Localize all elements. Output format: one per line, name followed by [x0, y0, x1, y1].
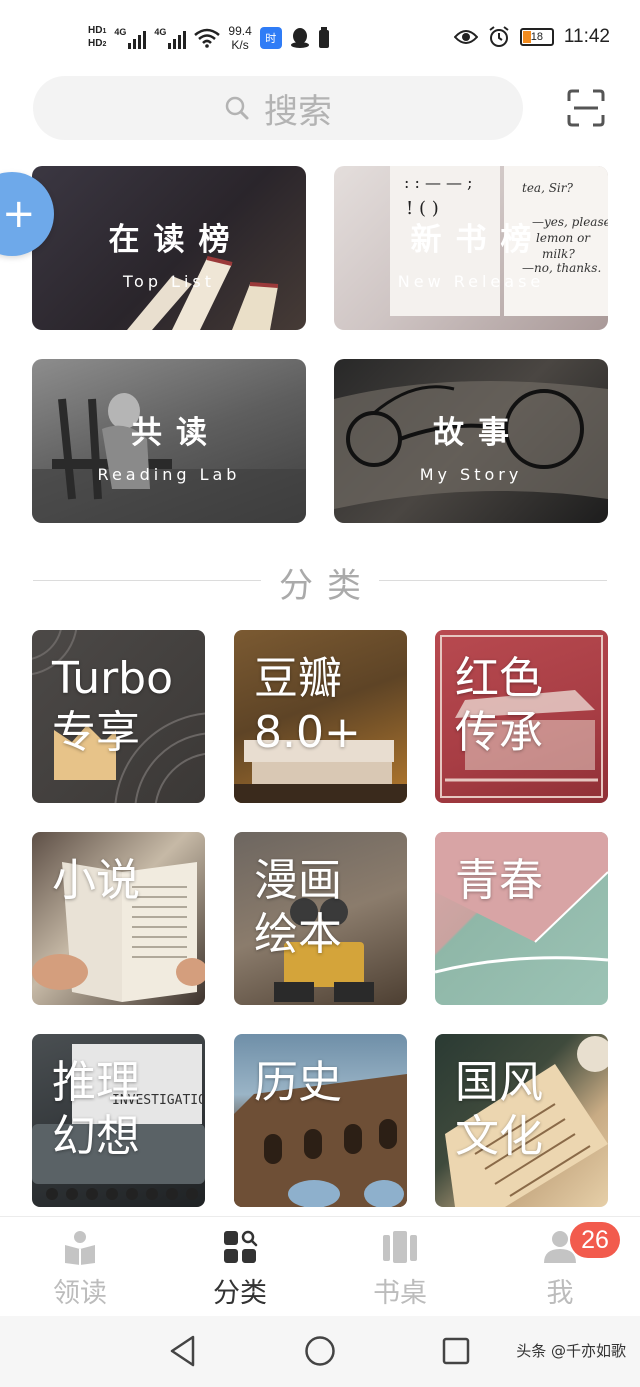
signal-icon-2: 4G: [154, 27, 187, 49]
plus-icon: +: [2, 191, 36, 237]
home-icon[interactable]: [304, 1335, 336, 1367]
reading-lab-card[interactable]: 共读 Reading Lab: [32, 359, 306, 523]
network-speed: 99.4 K/s: [228, 24, 252, 52]
search-bar[interactable]: 搜索: [33, 76, 523, 140]
category-name: 历史: [254, 1057, 342, 1108]
card-subtitle: New Release: [397, 272, 545, 291]
eye-icon: [453, 30, 478, 44]
tab-label: 书桌: [373, 1278, 427, 1309]
back-icon[interactable]: [168, 1334, 196, 1368]
category-name: 小说: [52, 855, 140, 906]
divider: [379, 580, 607, 581]
category-name: 推理 幻想: [52, 1057, 140, 1162]
category-comics[interactable]: 漫画 绘本: [234, 832, 407, 1005]
category-section-header: 分类: [33, 556, 607, 606]
category-history[interactable]: 历史: [234, 1034, 407, 1207]
card-subtitle: Reading Lab: [97, 465, 241, 484]
my-story-card[interactable]: 故事 My Story: [334, 359, 608, 523]
tab-label: 领读: [53, 1278, 107, 1309]
category-name: 豆瓣 8.0+: [254, 653, 361, 758]
search-icon: [225, 96, 249, 120]
reader-icon: [65, 1231, 95, 1265]
status-bar: HD1 HD2 4G 4G 99.4 K/s 时 18 11:42: [0, 0, 640, 72]
bookshelf-icon: [383, 1231, 417, 1263]
category-name: 青春: [455, 855, 543, 906]
card-title: 共读: [131, 415, 221, 451]
tab-bookshelf[interactable]: 书桌: [320, 1217, 480, 1317]
tab-label: 分类: [213, 1278, 267, 1309]
category-name: 漫画 绘本: [254, 855, 342, 960]
bottom-tab-bar: 领读 分类 书桌 我: [0, 1216, 640, 1316]
alarm-icon: [489, 26, 509, 47]
card-subtitle: Top List: [122, 272, 216, 291]
battery-saver-icon: [318, 27, 329, 48]
svg-text:: : — — ;: : : — — ;: [404, 173, 473, 192]
hd-indicator: HD1 HD2: [88, 25, 107, 49]
new-release-card[interactable]: : : — — ; ! ( ) tea, Sir? —yes, please! …: [334, 166, 608, 330]
top-list-card[interactable]: 在读榜 Top List: [32, 166, 306, 330]
tab-category[interactable]: 分类: [160, 1217, 320, 1317]
signal-icon: 4G: [114, 27, 147, 49]
category-douban[interactable]: 豆瓣 8.0+: [234, 630, 407, 803]
scan-icon[interactable]: [566, 88, 606, 128]
tab-lead-reading[interactable]: 领读: [0, 1217, 160, 1317]
category-turbo[interactable]: Turbo 专享: [32, 630, 205, 803]
category-novel[interactable]: 小说: [32, 832, 205, 1005]
category-mystery-fantasy[interactable]: INVESTIGATIO 推理 幻想: [32, 1034, 205, 1207]
svg-text:tea, Sir?: tea, Sir?: [522, 181, 574, 195]
category-name: 国风 文化: [455, 1057, 543, 1162]
card-title: 在读榜: [108, 222, 244, 258]
section-title: 分类: [279, 566, 375, 606]
watermark: 头条 @千亦如歌: [516, 1342, 626, 1360]
notification-app-icon: 时: [259, 27, 282, 49]
tab-label: 我: [546, 1278, 574, 1309]
card-title: 新书榜: [410, 222, 546, 258]
search-placeholder: 搜索: [264, 91, 332, 132]
category-grid-icon: [224, 1230, 258, 1263]
category-youth[interactable]: 青春: [435, 832, 608, 1005]
battery-icon: 18: [519, 28, 554, 46]
category-name: 红色 传承: [455, 653, 543, 758]
category-national-style[interactable]: 国风 文化: [435, 1034, 608, 1207]
card-subtitle: My Story: [419, 465, 523, 484]
card-title: 故事: [433, 415, 523, 451]
category-name: Turbo 专享: [52, 653, 174, 758]
notification-badge: 26: [570, 1222, 620, 1258]
clock: 11:42: [563, 26, 610, 47]
wifi-icon: [194, 28, 221, 48]
qq-icon: [290, 28, 309, 48]
category-red-heritage[interactable]: 红色 传承: [435, 630, 608, 803]
recent-apps-icon[interactable]: [442, 1337, 470, 1365]
